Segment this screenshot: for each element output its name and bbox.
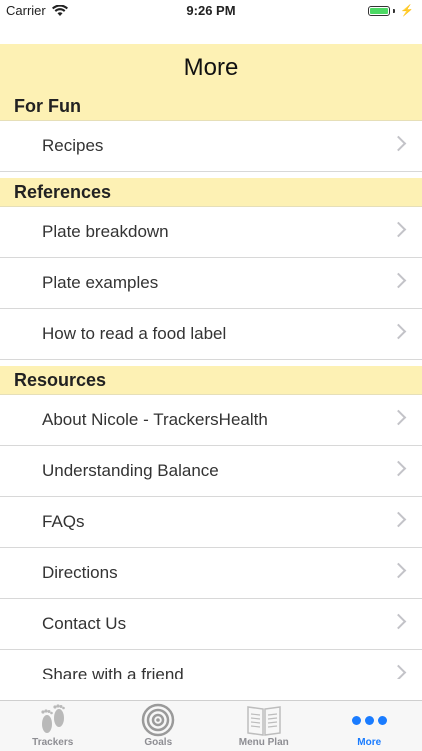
section-title: Resources	[14, 370, 106, 391]
chevron-right-icon	[391, 512, 407, 528]
page-title: More	[0, 54, 422, 82]
list-item-label: Share with a friend	[42, 665, 184, 679]
list-item-faqs[interactable]: FAQs	[0, 497, 422, 548]
nav-header: More	[0, 44, 422, 92]
footprints-icon	[36, 704, 70, 736]
chevron-right-icon	[391, 324, 407, 340]
list-item-about-nicole[interactable]: About Nicole - TrackersHealth	[0, 395, 422, 446]
list-item-contact-us[interactable]: Contact Us	[0, 599, 422, 650]
list-item-share[interactable]: Share with a friend	[0, 650, 422, 679]
chevron-right-icon	[391, 665, 407, 679]
chevron-right-icon	[391, 273, 407, 289]
section-title: References	[14, 182, 111, 203]
battery-icon	[368, 6, 390, 16]
tab-menu-plan[interactable]: Menu Plan	[211, 701, 317, 751]
list-item-plate-examples[interactable]: Plate examples	[0, 258, 422, 309]
list-item-label: Recipes	[42, 136, 103, 156]
tab-label: Menu Plan	[211, 737, 317, 748]
section-title: For Fun	[14, 96, 81, 117]
chevron-right-icon	[391, 410, 407, 426]
tab-label: Goals	[106, 737, 212, 748]
list-item-directions[interactable]: Directions	[0, 548, 422, 599]
chevron-right-icon	[391, 222, 407, 238]
tab-bar: Trackers Goals	[0, 700, 422, 751]
target-icon	[141, 703, 175, 737]
more-list[interactable]: For Fun Recipes References Plate breakdo…	[0, 92, 422, 679]
list-item-label: Plate examples	[42, 273, 158, 293]
more-dots-icon	[352, 716, 387, 725]
chevron-right-icon	[391, 461, 407, 477]
list-item-understanding-balance[interactable]: Understanding Balance	[0, 446, 422, 497]
list-item-label: Plate breakdown	[42, 222, 169, 242]
chevron-right-icon	[391, 614, 407, 630]
tab-label: More	[317, 737, 422, 748]
section-header-references: References	[0, 178, 422, 207]
list-item-label: Directions	[42, 563, 118, 583]
list-item-label: About Nicole - TrackersHealth	[42, 410, 268, 430]
status-time: 9:26 PM	[0, 3, 422, 18]
tab-more[interactable]: More	[317, 701, 422, 751]
status-bar: Carrier 9:26 PM ⚡	[0, 0, 422, 22]
list-item-label: FAQs	[42, 512, 85, 532]
tab-trackers[interactable]: Trackers	[0, 701, 106, 751]
list-item-label: Contact Us	[42, 614, 126, 634]
list-item-label: How to read a food label	[42, 324, 226, 344]
chevron-right-icon	[391, 563, 407, 579]
section-header-for-fun: For Fun	[0, 92, 422, 121]
list-item-recipes[interactable]: Recipes	[0, 121, 422, 172]
list-item-plate-breakdown[interactable]: Plate breakdown	[0, 207, 422, 258]
charging-bolt-icon: ⚡	[400, 4, 414, 17]
section-header-resources: Resources	[0, 366, 422, 395]
tab-label: Trackers	[0, 737, 106, 748]
book-icon	[246, 703, 282, 737]
list-item-label: Understanding Balance	[42, 461, 219, 481]
tab-goals[interactable]: Goals	[106, 701, 212, 751]
chevron-right-icon	[391, 136, 407, 152]
list-item-food-label[interactable]: How to read a food label	[0, 309, 422, 360]
